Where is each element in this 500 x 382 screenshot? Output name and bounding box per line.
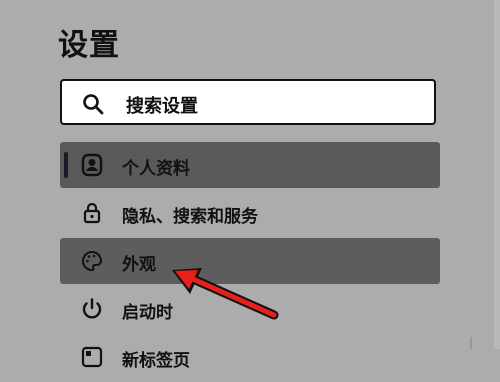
- annotation-arrow-icon: [172, 268, 279, 320]
- search-input[interactable]: 搜索设置: [60, 79, 436, 125]
- search-placeholder: 搜索设置: [126, 96, 198, 117]
- search-icon: [83, 94, 104, 115]
- nav-label-privacy: 隐私、搜索和服务: [122, 207, 258, 227]
- nav-label-new-tab: 新标签页: [122, 351, 190, 371]
- palette-icon: [82, 250, 103, 272]
- settings-panel: 设置 搜索设置 个人资料 隐私、搜索和服务 外观 启动时 新标签页: [0, 0, 500, 371]
- scrollbar-track[interactable]: [494, 0, 500, 349]
- profile-icon: [81, 153, 103, 177]
- power-icon: [82, 298, 102, 319]
- page-title: 设置: [58, 28, 120, 63]
- lock-icon: [83, 202, 101, 224]
- nav-item-privacy[interactable]: 隐私、搜索和服务: [60, 190, 440, 236]
- divider: [470, 337, 472, 349]
- nav-item-new-tab[interactable]: 新标签页: [60, 334, 440, 380]
- nav-label-profile: 个人资料: [122, 159, 190, 179]
- nav-item-profile[interactable]: 个人资料: [60, 142, 440, 188]
- selection-indicator: [64, 152, 68, 178]
- nav-label-appearance: 外观: [122, 255, 156, 275]
